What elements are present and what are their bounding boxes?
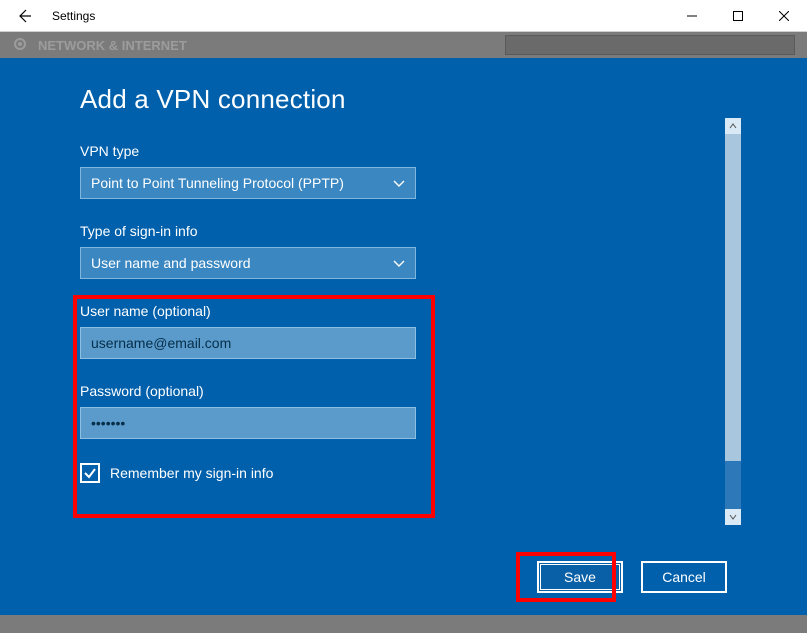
maximize-button[interactable]: [715, 0, 761, 32]
vpn-modal: Add a VPN connection VPN type Point to P…: [0, 58, 807, 615]
background-header: NETWORK & INTERNET: [0, 32, 807, 58]
window-title: Settings: [52, 9, 95, 23]
vpn-type-group: VPN type Point to Point Tunneling Protoc…: [80, 143, 645, 199]
vpn-type-select[interactable]: Point to Point Tunneling Protocol (PPTP): [80, 167, 416, 199]
minimize-button[interactable]: [669, 0, 715, 32]
minimize-icon: [687, 11, 697, 21]
remember-checkbox-row[interactable]: Remember my sign-in info: [80, 463, 645, 483]
scroll-up-icon[interactable]: [725, 118, 741, 134]
username-label: User name (optional): [80, 303, 645, 319]
maximize-icon: [733, 11, 743, 21]
chevron-down-icon: [393, 175, 405, 191]
back-arrow-icon: [16, 8, 32, 24]
modal-heading: Add a VPN connection: [80, 84, 645, 115]
close-icon: [779, 11, 789, 21]
scroll-down-icon[interactable]: [725, 509, 741, 525]
remember-label: Remember my sign-in info: [110, 465, 273, 481]
password-label: Password (optional): [80, 383, 645, 399]
background-search: [505, 35, 795, 55]
gear-icon: [12, 36, 28, 55]
remember-checkbox[interactable]: [80, 463, 100, 483]
signin-type-value: User name and password: [91, 255, 251, 271]
signin-type-group: Type of sign-in info User name and passw…: [80, 223, 645, 279]
vpn-type-label: VPN type: [80, 143, 645, 159]
username-input[interactable]: [80, 327, 416, 359]
background-heading: NETWORK & INTERNET: [38, 38, 187, 53]
cancel-button[interactable]: Cancel: [641, 561, 727, 593]
password-group: Password (optional): [80, 383, 645, 439]
close-button[interactable]: [761, 0, 807, 32]
signin-type-label: Type of sign-in info: [80, 223, 645, 239]
signin-type-select[interactable]: User name and password: [80, 247, 416, 279]
back-button[interactable]: [0, 0, 48, 32]
chevron-down-icon: [393, 255, 405, 271]
password-input[interactable]: [80, 407, 416, 439]
scrollbar[interactable]: [725, 58, 743, 615]
titlebar: Settings: [0, 0, 807, 32]
save-button[interactable]: Save: [537, 561, 623, 593]
vpn-type-value: Point to Point Tunneling Protocol (PPTP): [91, 175, 344, 191]
scroll-thumb[interactable]: [725, 134, 741, 461]
bottom-strip: [0, 615, 807, 633]
check-icon: [83, 466, 97, 480]
button-row: Save Cancel: [537, 561, 727, 593]
username-group: User name (optional): [80, 303, 645, 359]
